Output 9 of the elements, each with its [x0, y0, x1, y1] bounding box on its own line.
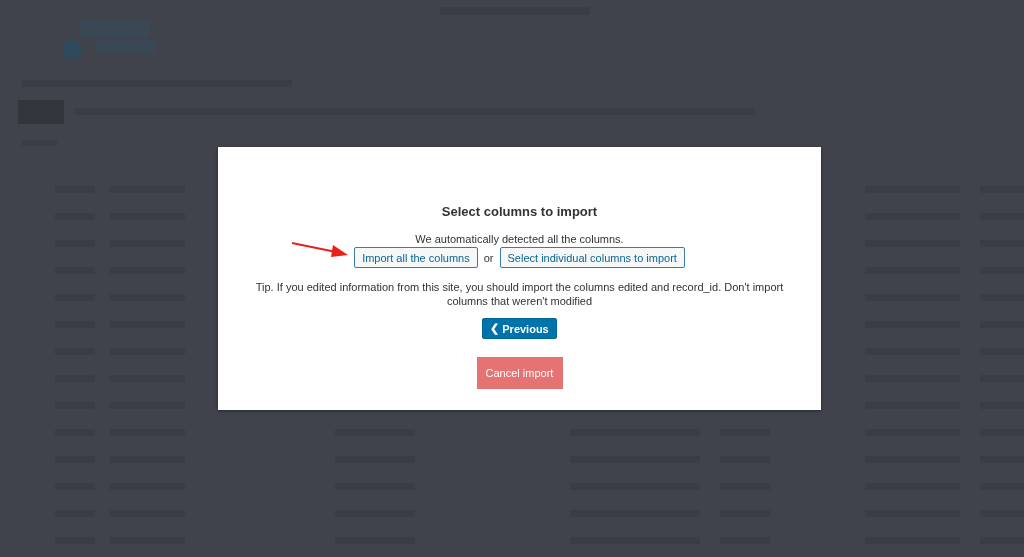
detection-message: We automatically detected all the columns.	[415, 233, 624, 245]
import-all-columns-button[interactable]: Import all the columns	[354, 247, 478, 268]
previous-button[interactable]: ❮ Previous	[482, 318, 557, 339]
pointer-arrow	[291, 242, 348, 257]
dialog-title: Select columns to import	[441, 204, 598, 219]
or-separator: or	[483, 251, 494, 264]
chevron-left-icon: ❮	[490, 322, 500, 335]
tip-text: Tip. If you edited information from this site, you should import the columns edited and record_id. Don't import columns that weren't modified	[254, 280, 785, 308]
select-columns-button[interactable]: Select individual columns to import	[499, 247, 685, 268]
